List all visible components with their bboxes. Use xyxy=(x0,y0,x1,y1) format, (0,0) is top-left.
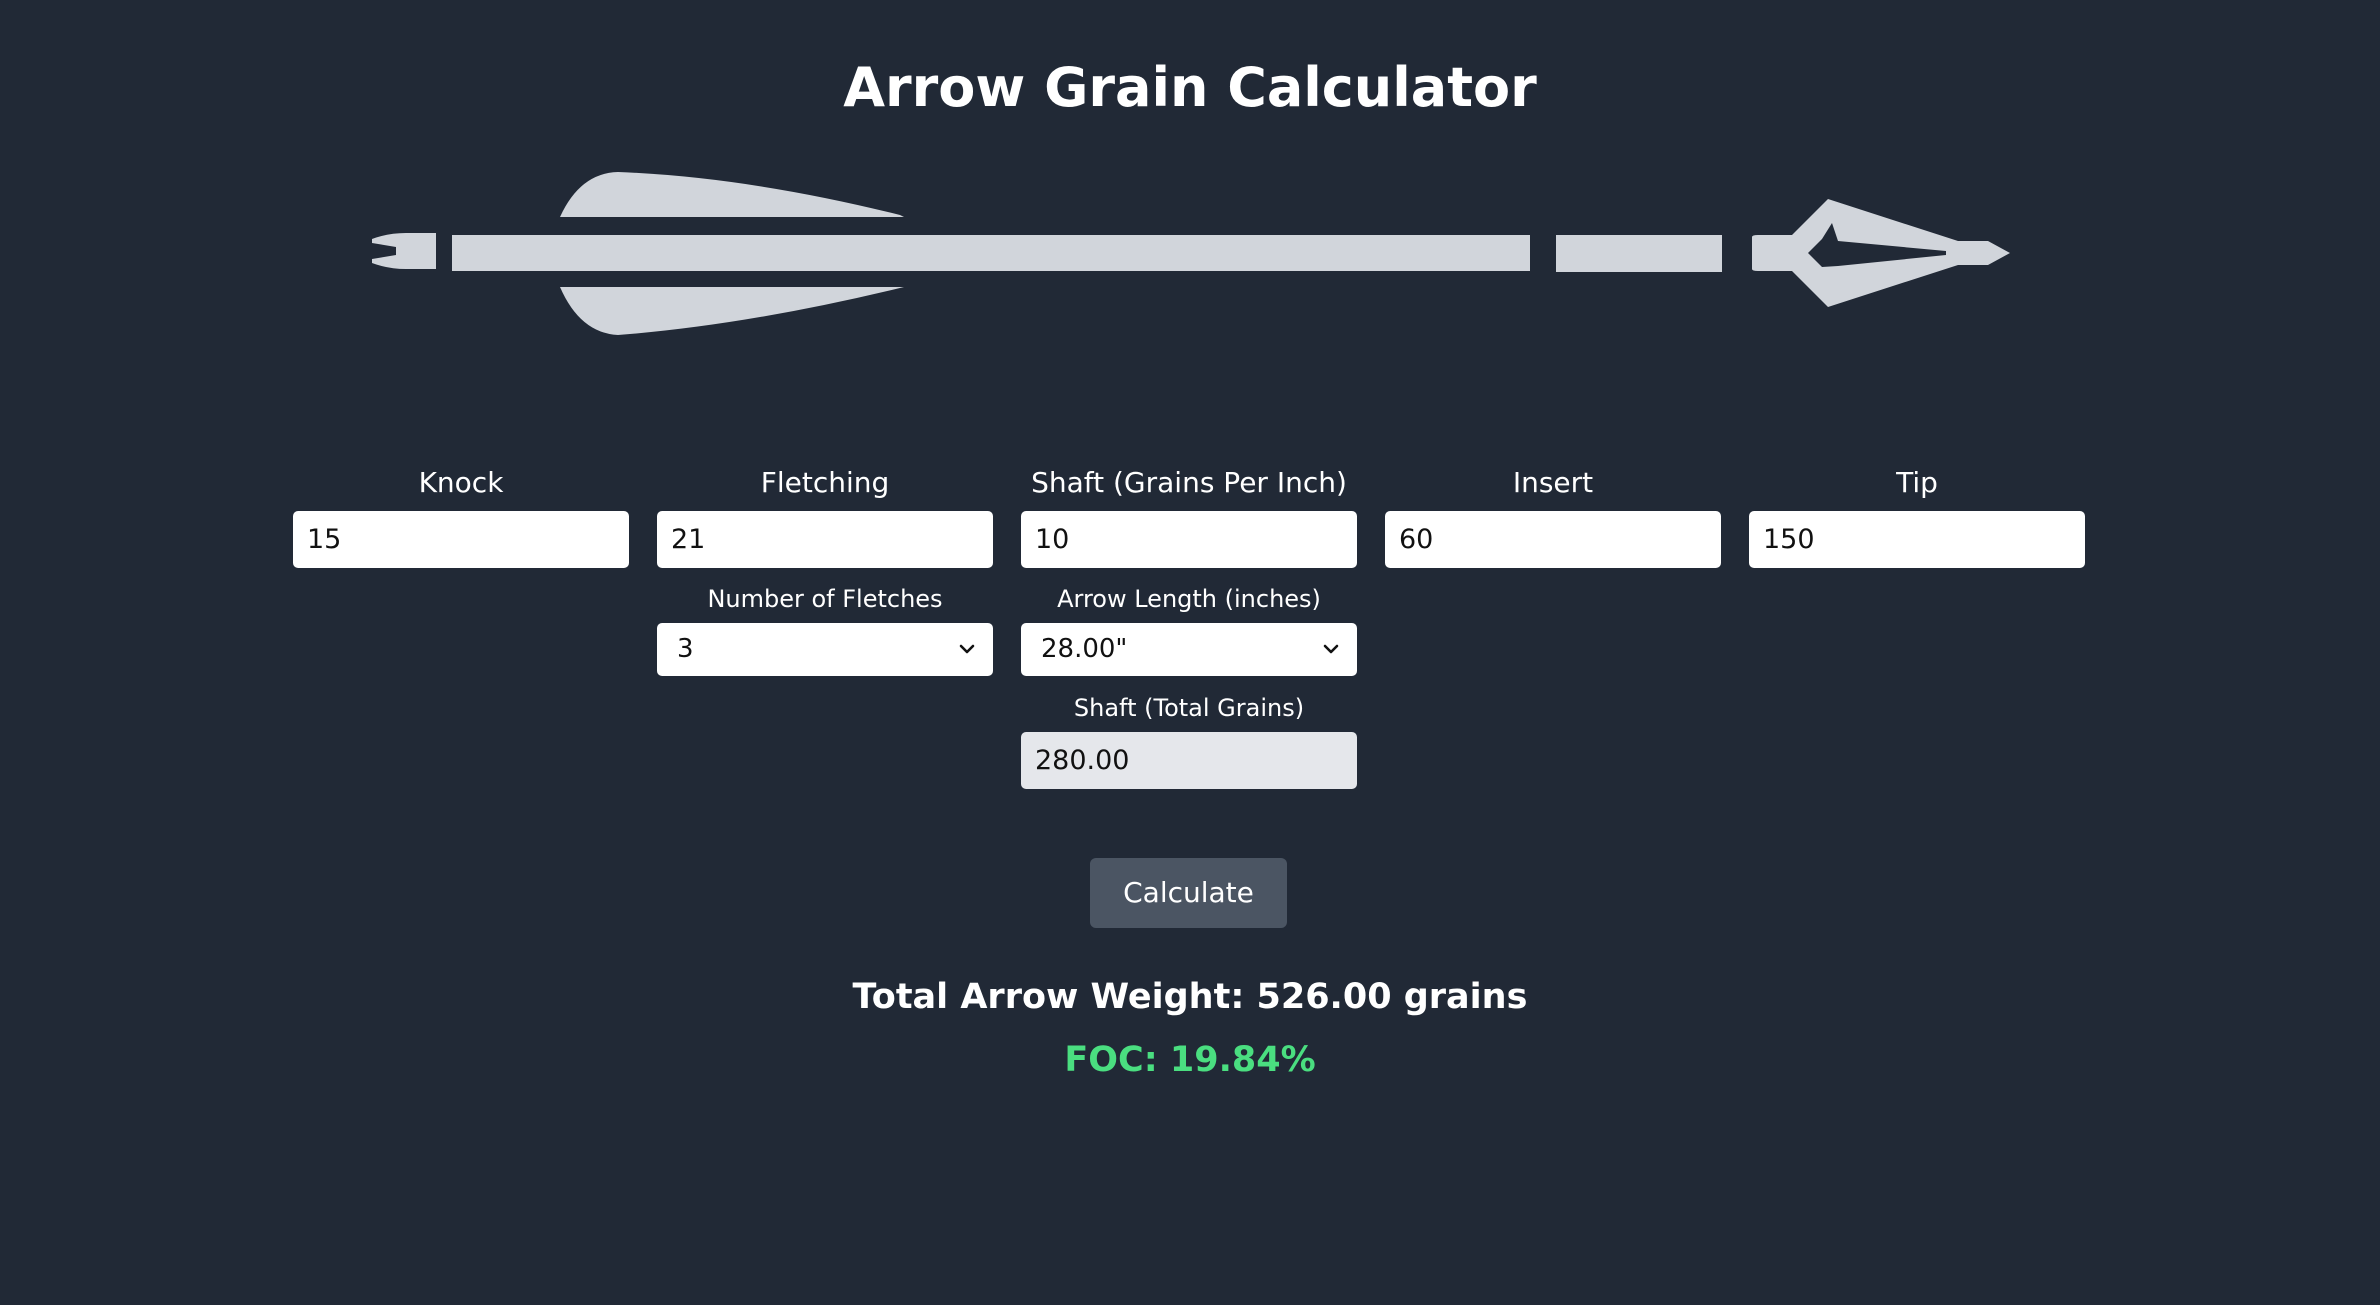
shaft-total-label: Shaft (Total Grains) xyxy=(1073,694,1305,722)
foc-result: FOC: 19.84% xyxy=(1064,1040,1316,1080)
upper-vane-shape xyxy=(560,172,904,217)
tip-label: Tip xyxy=(1896,466,1938,499)
calculate-button[interactable]: Calculate xyxy=(1090,858,1287,928)
nock-shape xyxy=(372,233,436,269)
fletching-label: Fletching xyxy=(760,466,890,499)
chevron-down-icon xyxy=(1323,644,1339,654)
arrow-icon xyxy=(372,172,2010,335)
page-title: Arrow Grain Calculator xyxy=(843,56,1537,119)
total-weight-result: Total Arrow Weight: 526.00 grains xyxy=(852,977,1528,1017)
chevron-down-icon xyxy=(959,644,975,654)
calculator-page: Arrow Grain Calculator Knock Fletching S… xyxy=(0,0,2380,1305)
arrow-length-select[interactable]: 28.00" xyxy=(1021,623,1357,676)
arrow-length-label: Arrow Length (inches) xyxy=(1057,585,1321,613)
lower-vane-shape xyxy=(560,287,904,335)
broadhead-shape xyxy=(1752,199,2010,307)
num-fletches-select[interactable]: 3 xyxy=(657,623,993,676)
insert-input[interactable] xyxy=(1385,511,1721,568)
knock-label: Knock xyxy=(418,466,504,499)
tip-input[interactable] xyxy=(1749,511,2085,568)
insert-shape xyxy=(1556,235,1722,272)
fletching-input[interactable] xyxy=(657,511,993,568)
shaft-total-field[interactable] xyxy=(1021,732,1357,789)
shaft-gpi-input[interactable] xyxy=(1021,511,1357,568)
shaft-gpi-label: Shaft (Grains Per Inch) xyxy=(1031,466,1347,499)
num-fletches-value: 3 xyxy=(677,634,694,664)
arrow-length-value: 28.00" xyxy=(1041,634,1128,664)
num-fletches-label: Number of Fletches xyxy=(707,585,943,613)
shaft-shape xyxy=(452,235,1530,271)
insert-label: Insert xyxy=(1512,466,1594,499)
knock-input[interactable] xyxy=(293,511,629,568)
